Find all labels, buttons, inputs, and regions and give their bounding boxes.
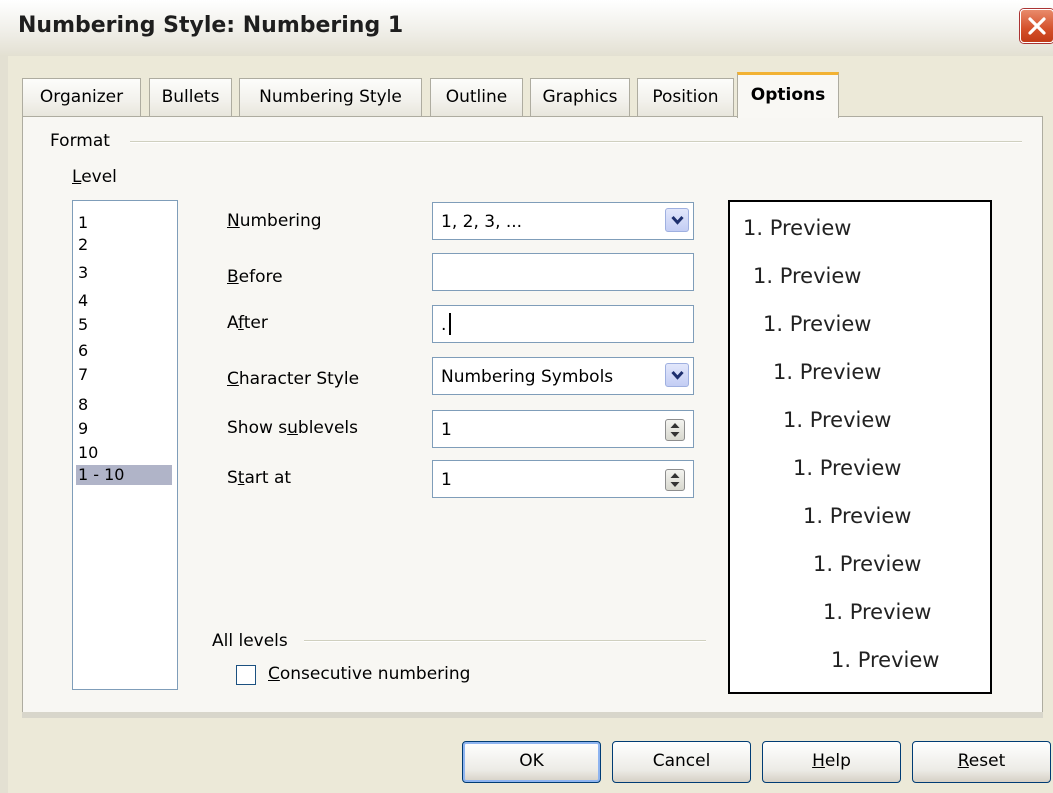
format-section-label: Format <box>50 131 110 151</box>
start-at-value: 1 <box>441 470 452 490</box>
spin-updown-icon <box>670 423 680 437</box>
ok-button[interactable]: OK <box>462 741 601 783</box>
preview-line: 1. Preview <box>753 264 862 288</box>
preview-line: 1. Preview <box>813 552 922 576</box>
consecutive-numbering-checkbox[interactable] <box>236 665 256 685</box>
level-item-5[interactable]: 5 <box>78 315 88 335</box>
level-item-all[interactable]: 1 - 10 <box>76 465 172 485</box>
character-style-label: Character Style <box>227 369 360 389</box>
show-sublevels-spin-button[interactable] <box>665 419 685 441</box>
show-sublevels-label: Show sublevels <box>227 418 358 438</box>
chevron-down-icon <box>671 215 684 225</box>
start-at-spin-button[interactable] <box>665 469 685 491</box>
level-item-10[interactable]: 10 <box>78 443 98 463</box>
level-item-8[interactable]: 8 <box>78 395 88 415</box>
before-label: Before <box>227 267 283 287</box>
tab-organizer[interactable]: Organizer <box>22 78 141 116</box>
level-list[interactable]: 1 2 3 4 5 6 7 8 9 10 1 - 10 <box>72 200 178 690</box>
tab-position[interactable]: Position <box>637 78 734 116</box>
show-sublevels-value: 1 <box>441 420 452 440</box>
help-button[interactable]: Help <box>762 741 901 783</box>
level-item-4[interactable]: 4 <box>78 291 88 311</box>
cancel-button[interactable]: Cancel <box>612 741 751 783</box>
character-style-value: Numbering Symbols <box>441 367 614 387</box>
preview-line: 1. Preview <box>783 408 892 432</box>
preview-line: 1. Preview <box>773 360 882 384</box>
start-at-label: Start at <box>227 468 292 488</box>
preview-box: 1. Preview 1. Preview 1. Preview 1. Prev… <box>728 200 992 694</box>
preview-line: 1. Preview <box>803 504 912 528</box>
text-caret <box>449 313 451 335</box>
after-label: After <box>227 313 268 333</box>
numbering-label: Numbering <box>227 211 322 231</box>
level-item-9[interactable]: 9 <box>78 419 88 439</box>
character-style-dropdown-button[interactable] <box>665 363 689 387</box>
numbering-select[interactable]: 1, 2, 3, ... <box>432 202 694 240</box>
character-style-select[interactable]: Numbering Symbols <box>432 357 694 395</box>
all-levels-divider <box>304 640 706 642</box>
tab-graphics[interactable]: Graphics <box>530 78 630 116</box>
chevron-down-icon <box>671 370 684 380</box>
tab-outline[interactable]: Outline <box>430 78 523 116</box>
before-input[interactable] <box>432 253 694 291</box>
level-item-7[interactable]: 7 <box>78 365 88 385</box>
consecutive-numbering-label[interactable]: Consecutive numbering <box>268 664 470 684</box>
close-button[interactable] <box>1020 9 1053 43</box>
preview-line: 1. Preview <box>793 456 902 480</box>
after-value: . <box>441 315 447 335</box>
window-title: Numbering Style: Numbering 1 <box>18 13 404 38</box>
reset-button[interactable]: Reset <box>912 741 1051 783</box>
level-item-3[interactable]: 3 <box>78 263 88 283</box>
level-label-rest: evel <box>81 167 117 187</box>
tab-options[interactable]: Options <box>737 72 839 118</box>
after-input[interactable]: . <box>432 305 694 343</box>
all-levels-section-label: All levels <box>212 631 288 651</box>
start-at-spinner[interactable]: 1 <box>432 460 694 498</box>
preview-line: 1. Preview <box>743 216 852 240</box>
tab-bullets[interactable]: Bullets <box>149 78 232 116</box>
level-label: Level <box>72 167 117 187</box>
close-icon <box>1028 17 1046 35</box>
tab-numbering-style[interactable]: Numbering Style <box>239 78 422 116</box>
title-bar: Numbering Style: Numbering 1 <box>0 0 1053 57</box>
format-divider <box>130 141 1022 143</box>
level-item-2[interactable]: 2 <box>78 235 88 255</box>
level-item-1[interactable]: 1 <box>78 213 88 233</box>
preview-line: 1. Preview <box>831 648 940 672</box>
level-item-6[interactable]: 6 <box>78 341 88 361</box>
numbering-dropdown-button[interactable] <box>665 208 689 232</box>
preview-line: 1. Preview <box>763 312 872 336</box>
show-sublevels-spinner[interactable]: 1 <box>432 410 694 448</box>
spin-updown-icon <box>670 473 680 487</box>
numbering-value: 1, 2, 3, ... <box>441 212 523 232</box>
preview-line: 1. Preview <box>823 600 932 624</box>
